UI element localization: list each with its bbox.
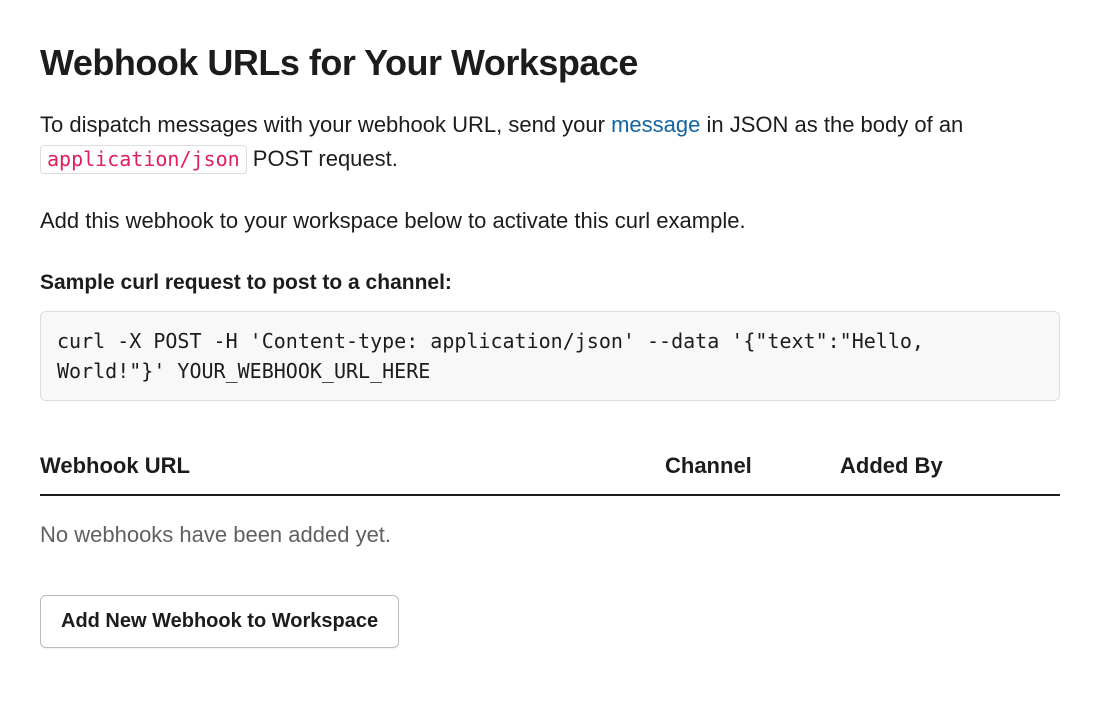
column-header-webhook-url: Webhook URL bbox=[40, 449, 665, 482]
column-header-added-by: Added By bbox=[840, 449, 1060, 482]
page-title: Webhook URLs for Your Workspace bbox=[40, 36, 1060, 90]
curl-code-block[interactable]: curl -X POST -H 'Content-type: applicati… bbox=[40, 311, 1060, 401]
add-new-webhook-button[interactable]: Add New Webhook to Workspace bbox=[40, 595, 399, 648]
sample-curl-label: Sample curl request to post to a channel… bbox=[40, 267, 1060, 299]
intro-text-post: in JSON as the body of an bbox=[700, 112, 963, 137]
intro-paragraph: To dispatch messages with your webhook U… bbox=[40, 108, 1060, 176]
message-link[interactable]: message bbox=[611, 112, 700, 137]
webhook-empty-state: No webhooks have been added yet. bbox=[40, 518, 1060, 551]
intro-text-after-code: POST request. bbox=[247, 146, 398, 171]
webhook-table-header: Webhook URL Channel Added By bbox=[40, 449, 1060, 496]
content-type-code: application/json bbox=[40, 145, 247, 174]
intro-text-pre: To dispatch messages with your webhook U… bbox=[40, 112, 611, 137]
activate-note: Add this webhook to your workspace below… bbox=[40, 204, 1060, 237]
column-header-channel: Channel bbox=[665, 449, 840, 482]
